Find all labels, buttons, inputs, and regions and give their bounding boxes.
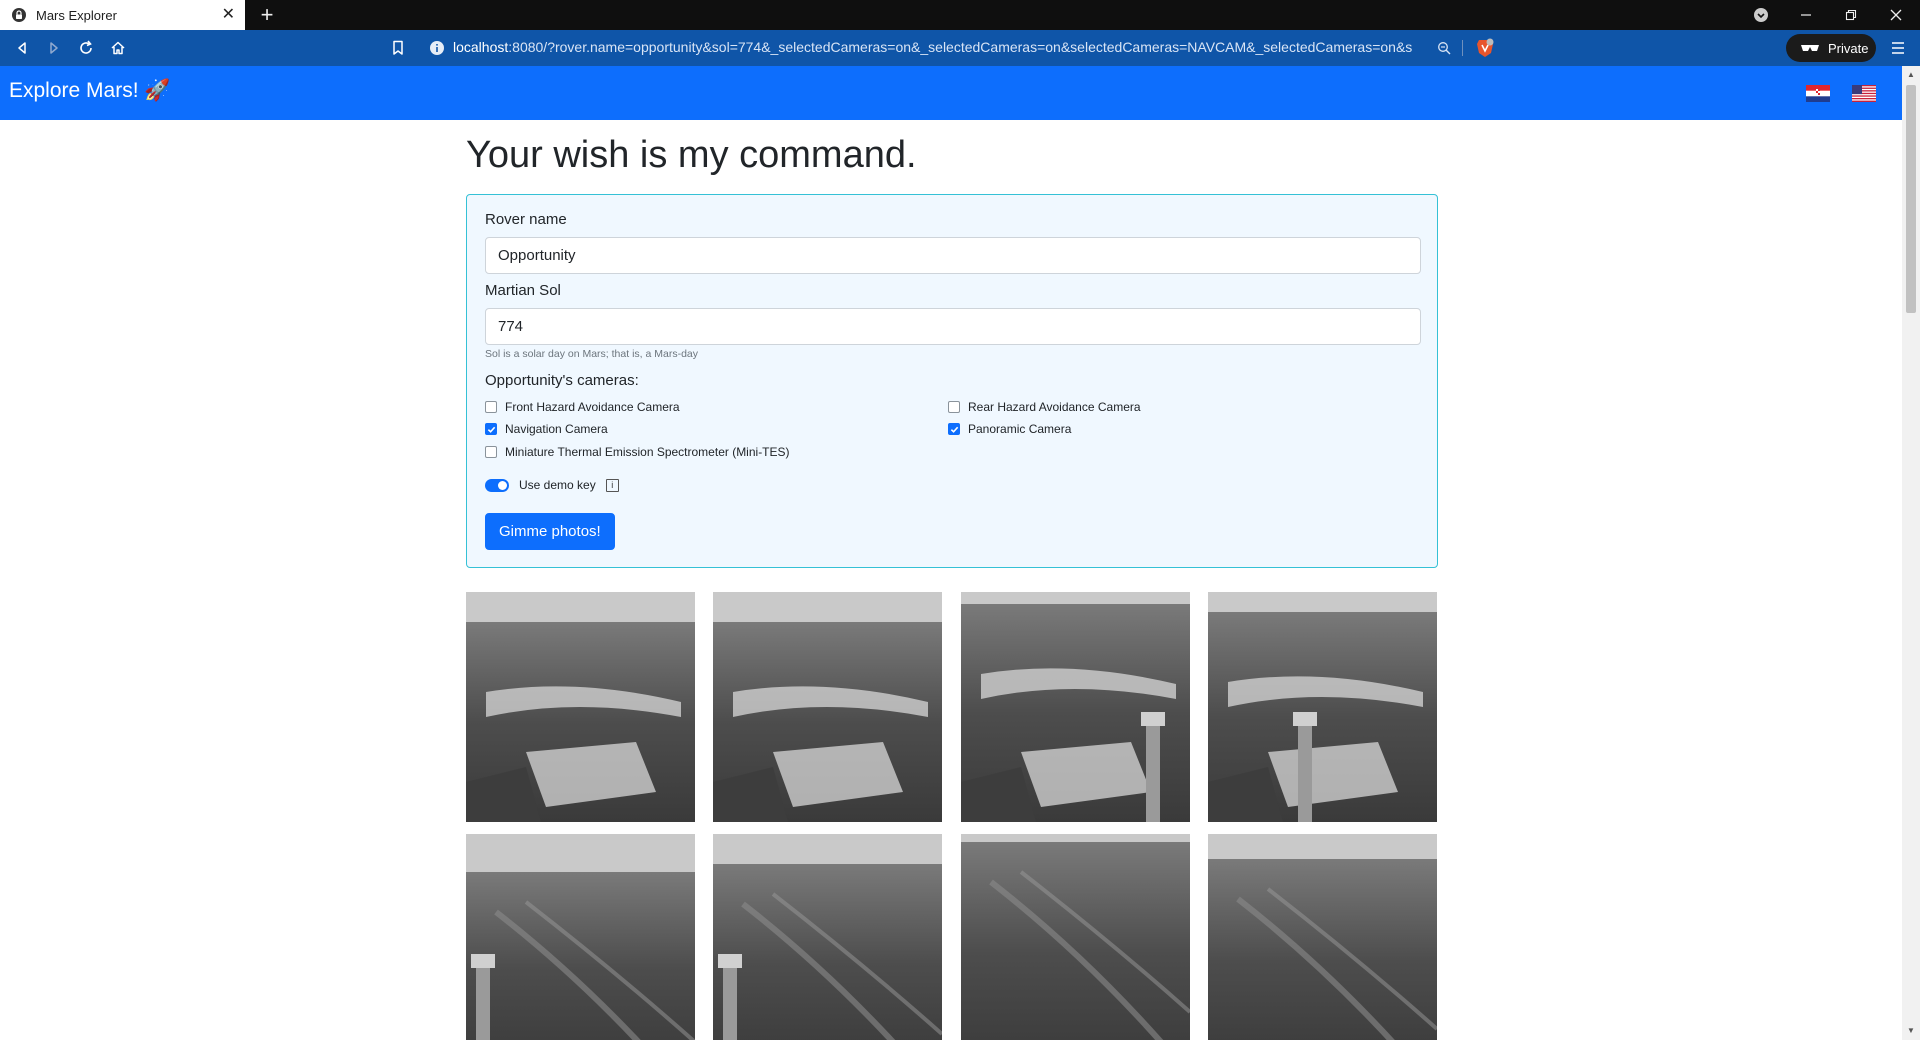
martian-sol-input[interactable]: 774 bbox=[485, 308, 1421, 345]
new-tab-button[interactable]: + bbox=[255, 3, 279, 27]
zoom-out-icon bbox=[1438, 42, 1451, 55]
camera-label: Miniature Thermal Emission Spectrometer … bbox=[505, 445, 790, 459]
browser-menu-button[interactable] bbox=[1888, 38, 1908, 58]
camera-checkbox-pancam[interactable]: Panoramic Camera bbox=[948, 422, 1071, 436]
mars-photo-image bbox=[961, 834, 1190, 1040]
camera-label: Navigation Camera bbox=[505, 422, 608, 436]
app-navbar: Explore Mars! 🚀 bbox=[0, 66, 1902, 120]
browser-tab-strip: Mars Explorer ✕ + bbox=[0, 0, 1920, 30]
minimize-icon bbox=[1801, 14, 1811, 16]
mars-photo-thumbnail[interactable] bbox=[466, 834, 695, 1040]
mars-photo-thumbnail[interactable] bbox=[466, 592, 695, 822]
mars-photo-thumbnail[interactable] bbox=[713, 592, 942, 822]
bookmark-icon bbox=[393, 40, 403, 55]
restore-icon bbox=[1845, 9, 1857, 21]
croatian-flag-icon[interactable] bbox=[1806, 85, 1830, 102]
private-window-badge[interactable]: Private bbox=[1786, 34, 1876, 62]
tab-close-icon[interactable]: ✕ bbox=[222, 7, 235, 23]
mars-photo-image bbox=[1208, 592, 1437, 822]
close-icon bbox=[1890, 9, 1902, 21]
checkmark-icon bbox=[487, 426, 495, 433]
forward-arrow-icon bbox=[50, 42, 58, 54]
toolbar-divider bbox=[1462, 40, 1463, 56]
back-arrow-icon bbox=[18, 42, 26, 54]
browser-toolbar: localhost:8080/?rover.name=opportunity&s… bbox=[0, 30, 1920, 66]
mars-photo-image bbox=[466, 834, 695, 1040]
minimize-button[interactable] bbox=[1794, 0, 1818, 30]
camera-checkbox-minites[interactable]: Miniature Thermal Emission Spectrometer … bbox=[485, 445, 790, 459]
camera-checkbox-navcam[interactable]: Navigation Camera bbox=[485, 422, 608, 436]
mars-photo-thumbnail[interactable] bbox=[961, 592, 1190, 822]
sol-help-text: Sol is a solar day on Mars; that is, a M… bbox=[485, 348, 698, 360]
checkbox-box[interactable] bbox=[948, 423, 960, 435]
scroll-down-arrow-icon[interactable]: ▼ bbox=[1906, 1026, 1916, 1036]
reload-icon bbox=[80, 40, 92, 54]
demo-key-switch[interactable] bbox=[485, 478, 509, 492]
mars-photo-thumbnail[interactable] bbox=[713, 834, 942, 1040]
martian-sol-label: Martian Sol bbox=[485, 282, 561, 299]
reload-button[interactable] bbox=[76, 38, 96, 58]
camera-label: Rear Hazard Avoidance Camera bbox=[968, 400, 1141, 414]
checkbox-box[interactable] bbox=[485, 446, 497, 458]
mars-photo-image bbox=[961, 592, 1190, 822]
mars-photo-image bbox=[713, 834, 942, 1040]
back-button[interactable] bbox=[12, 38, 32, 58]
demo-key-toggle-row: Use demo key i bbox=[485, 478, 619, 492]
mars-photo-thumbnail[interactable] bbox=[1208, 834, 1437, 1040]
address-bar[interactable]: localhost:8080/?rover.name=opportunity&s… bbox=[453, 39, 1413, 55]
demo-key-label: Use demo key bbox=[519, 478, 596, 492]
home-icon bbox=[111, 41, 125, 55]
restore-button[interactable] bbox=[1839, 0, 1863, 30]
tab-title: Mars Explorer bbox=[36, 7, 117, 23]
private-label: Private bbox=[1828, 40, 1869, 56]
hamburger-menu-icon bbox=[1892, 42, 1904, 54]
home-button[interactable] bbox=[108, 38, 128, 58]
url-path: :8080/?rover.name=opportunity&sol=774&_s… bbox=[508, 39, 1413, 55]
tab-favicon-icon bbox=[12, 8, 26, 22]
rover-name-input[interactable]: Opportunity bbox=[485, 237, 1421, 274]
checkbox-box[interactable] bbox=[485, 401, 497, 413]
brave-shield-icon bbox=[1477, 38, 1494, 57]
checkbox-box[interactable] bbox=[485, 423, 497, 435]
camera-checkbox-fhaz[interactable]: Front Hazard Avoidance Camera bbox=[485, 400, 680, 414]
us-flag-icon[interactable] bbox=[1852, 85, 1876, 102]
gimme-photos-button[interactable]: Gimme photos! bbox=[485, 513, 615, 550]
search-form: Rover name Opportunity Martian Sol 774 S… bbox=[466, 194, 1438, 568]
info-icon[interactable]: i bbox=[605, 478, 619, 492]
forward-button[interactable] bbox=[44, 38, 64, 58]
private-glasses-icon bbox=[1801, 45, 1819, 51]
camera-label: Panoramic Camera bbox=[968, 422, 1072, 436]
mars-photo-thumbnail[interactable] bbox=[961, 834, 1190, 1040]
scroll-up-arrow-icon[interactable]: ▲ bbox=[1906, 70, 1916, 80]
url-host: localhost bbox=[453, 39, 509, 55]
checkbox-box[interactable] bbox=[948, 401, 960, 413]
mars-photo-image bbox=[466, 592, 695, 822]
bookmark-button[interactable] bbox=[388, 38, 408, 58]
brave-shields-button[interactable] bbox=[1475, 38, 1495, 58]
mars-photo-image bbox=[713, 592, 942, 822]
site-info-icon[interactable] bbox=[429, 40, 445, 56]
cameras-title: Opportunity's cameras: bbox=[485, 372, 639, 389]
chevron-down-circle-icon bbox=[1754, 8, 1768, 22]
mars-photo-image bbox=[1208, 834, 1437, 1040]
scrollbar-thumb[interactable] bbox=[1906, 85, 1916, 313]
zoom-button[interactable] bbox=[1434, 38, 1454, 58]
brand-link[interactable]: Explore Mars! 🚀 bbox=[9, 79, 171, 103]
tab-search-button[interactable] bbox=[1749, 0, 1773, 30]
rover-name-label: Rover name bbox=[485, 211, 567, 228]
camera-checkbox-rhaz[interactable]: Rear Hazard Avoidance Camera bbox=[948, 400, 1141, 414]
checkmark-icon bbox=[950, 426, 958, 433]
close-window-button[interactable] bbox=[1884, 0, 1908, 30]
page-title: Your wish is my command. bbox=[466, 134, 917, 176]
mars-photo-thumbnail[interactable] bbox=[1208, 592, 1437, 822]
camera-label: Front Hazard Avoidance Camera bbox=[505, 400, 680, 414]
browser-tab[interactable]: Mars Explorer ✕ bbox=[0, 0, 245, 30]
